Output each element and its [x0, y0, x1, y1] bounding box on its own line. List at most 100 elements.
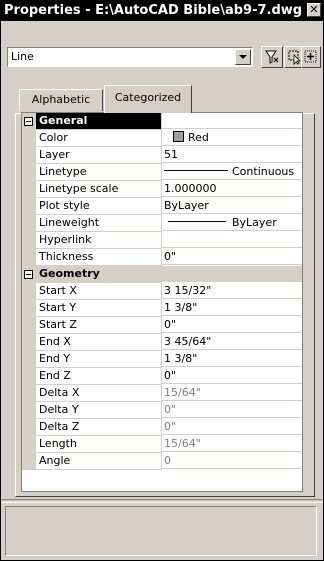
divider — [1, 499, 323, 503]
property-value[interactable]: 1 3/8" — [162, 300, 302, 316]
collapse-icon[interactable] — [24, 270, 33, 279]
tab-categorized[interactable]: Categorized — [104, 85, 192, 113]
quick-select-button[interactable] — [261, 46, 283, 68]
property-row-thickness[interactable]: Thickness 0" — [22, 249, 302, 266]
property-value[interactable]: ByLayer — [162, 215, 302, 231]
property-value[interactable]: 0" — [162, 368, 302, 384]
linetype-preview — [164, 170, 228, 171]
description-panel — [5, 506, 317, 556]
property-row-end-x[interactable]: End X 3 45/64" — [22, 334, 302, 351]
property-row-plot-style[interactable]: Plot style ByLayer — [22, 198, 302, 215]
gutter — [22, 334, 36, 351]
property-name: Start Z — [36, 317, 162, 334]
object-type-dropdown[interactable]: Line — [7, 47, 253, 67]
properties-window: Properties - E:\AutoCAD Bible\ab9-7.dwg … — [0, 0, 324, 561]
window-title: Properties - E:\AutoCAD Bible\ab9-7.dwg — [4, 3, 303, 18]
property-row-angle: Angle 0 — [22, 453, 302, 470]
property-name: Delta X — [36, 385, 162, 402]
property-value: 15/64" — [162, 385, 302, 401]
color-value: Red — [188, 131, 209, 144]
property-row-linetype-scale[interactable]: Linetype scale 1.000000 — [22, 181, 302, 198]
property-row-end-y[interactable]: End Y 1 3/8" — [22, 351, 302, 368]
property-row-start-x[interactable]: Start X 3 15/32" — [22, 283, 302, 300]
property-row-end-z[interactable]: End Z 0" — [22, 368, 302, 385]
category-general[interactable]: General — [22, 113, 302, 130]
linetype-value: Continuous — [232, 165, 295, 178]
gutter — [22, 436, 36, 453]
property-name: End Z — [36, 368, 162, 385]
gutter — [22, 317, 36, 334]
property-value[interactable]: Red — [162, 130, 302, 146]
property-name: Hyperlink — [36, 232, 162, 249]
property-row-start-y[interactable]: Start Y 1 3/8" — [22, 300, 302, 317]
pickadd-toggle-button[interactable] — [301, 46, 321, 68]
property-name: End X — [36, 334, 162, 351]
property-value[interactable]: 0" — [162, 317, 302, 333]
collapse-icon[interactable] — [24, 117, 33, 126]
property-value[interactable]: 3 15/32" — [162, 283, 302, 299]
property-name: Layer — [36, 147, 162, 164]
gutter — [22, 215, 36, 232]
property-value[interactable]: ByLayer — [162, 198, 302, 214]
property-name: Linetype scale — [36, 181, 162, 198]
gutter — [22, 147, 36, 164]
gutter — [22, 368, 36, 385]
property-row-hyperlink[interactable]: Hyperlink — [22, 232, 302, 249]
property-name: Length — [36, 436, 162, 453]
title-bar[interactable]: Properties - E:\AutoCAD Bible\ab9-7.dwg … — [1, 1, 323, 21]
property-value[interactable] — [162, 232, 302, 248]
gutter — [22, 232, 36, 249]
property-value: 0" — [162, 402, 302, 418]
close-icon: ✕ — [309, 3, 319, 16]
property-name: Angle — [36, 453, 162, 470]
property-row-lineweight[interactable]: Lineweight ByLayer — [22, 215, 302, 232]
property-name: Delta Y — [36, 402, 162, 419]
gutter — [22, 266, 36, 283]
category-geometry[interactable]: Geometry — [22, 266, 302, 283]
gutter — [22, 249, 36, 266]
tab-alphabetic-label: Alphabetic — [31, 93, 91, 106]
gutter — [22, 113, 36, 130]
property-name: Thickness — [36, 249, 162, 266]
property-row-length: Length 15/64" — [22, 436, 302, 453]
gutter — [22, 419, 36, 436]
property-name: Lineweight — [36, 215, 162, 232]
gutter — [22, 198, 36, 215]
property-row-delta-y: Delta Y 0" — [22, 402, 302, 419]
property-row-color[interactable]: Color Red — [22, 130, 302, 147]
gutter — [22, 453, 36, 470]
gutter — [22, 385, 36, 402]
gutter — [22, 181, 36, 198]
property-value[interactable]: 3 45/64" — [162, 334, 302, 350]
category-name: General — [36, 113, 162, 130]
property-value: 0" — [162, 419, 302, 435]
property-name: Start X — [36, 283, 162, 300]
property-row-delta-x: Delta X 15/64" — [22, 385, 302, 402]
property-value: 0 — [162, 453, 302, 469]
gutter — [22, 402, 36, 419]
property-value[interactable]: 1 3/8" — [162, 351, 302, 367]
category-name: Geometry — [36, 266, 162, 283]
property-name: Plot style — [36, 198, 162, 215]
property-name: Delta Z — [36, 419, 162, 436]
close-button[interactable]: ✕ — [307, 3, 321, 17]
tab-alphabetic[interactable]: Alphabetic — [19, 89, 103, 111]
lineweight-value: ByLayer — [232, 216, 277, 229]
property-value[interactable]: 0" — [162, 249, 302, 265]
color-swatch — [173, 131, 184, 142]
property-row-start-z[interactable]: Start Z 0" — [22, 317, 302, 334]
property-value[interactable]: 51 — [162, 147, 302, 163]
property-value[interactable]: 1.000000 — [162, 181, 302, 197]
quick-select-filter-icon — [265, 50, 279, 64]
pickadd-toggle-icon — [304, 50, 317, 63]
chevron-down-icon[interactable] — [235, 49, 251, 65]
property-name: Linetype — [36, 164, 162, 181]
property-value[interactable]: Continuous — [162, 164, 302, 180]
gutter — [22, 351, 36, 368]
property-grid: General Color Red Layer 51 Linetype Cont… — [21, 112, 303, 492]
object-type-value: Line — [11, 50, 34, 63]
gutter — [22, 283, 36, 300]
property-row-layer[interactable]: Layer 51 — [22, 147, 302, 164]
property-row-delta-z: Delta Z 0" — [22, 419, 302, 436]
property-row-linetype[interactable]: Linetype Continuous — [22, 164, 302, 181]
